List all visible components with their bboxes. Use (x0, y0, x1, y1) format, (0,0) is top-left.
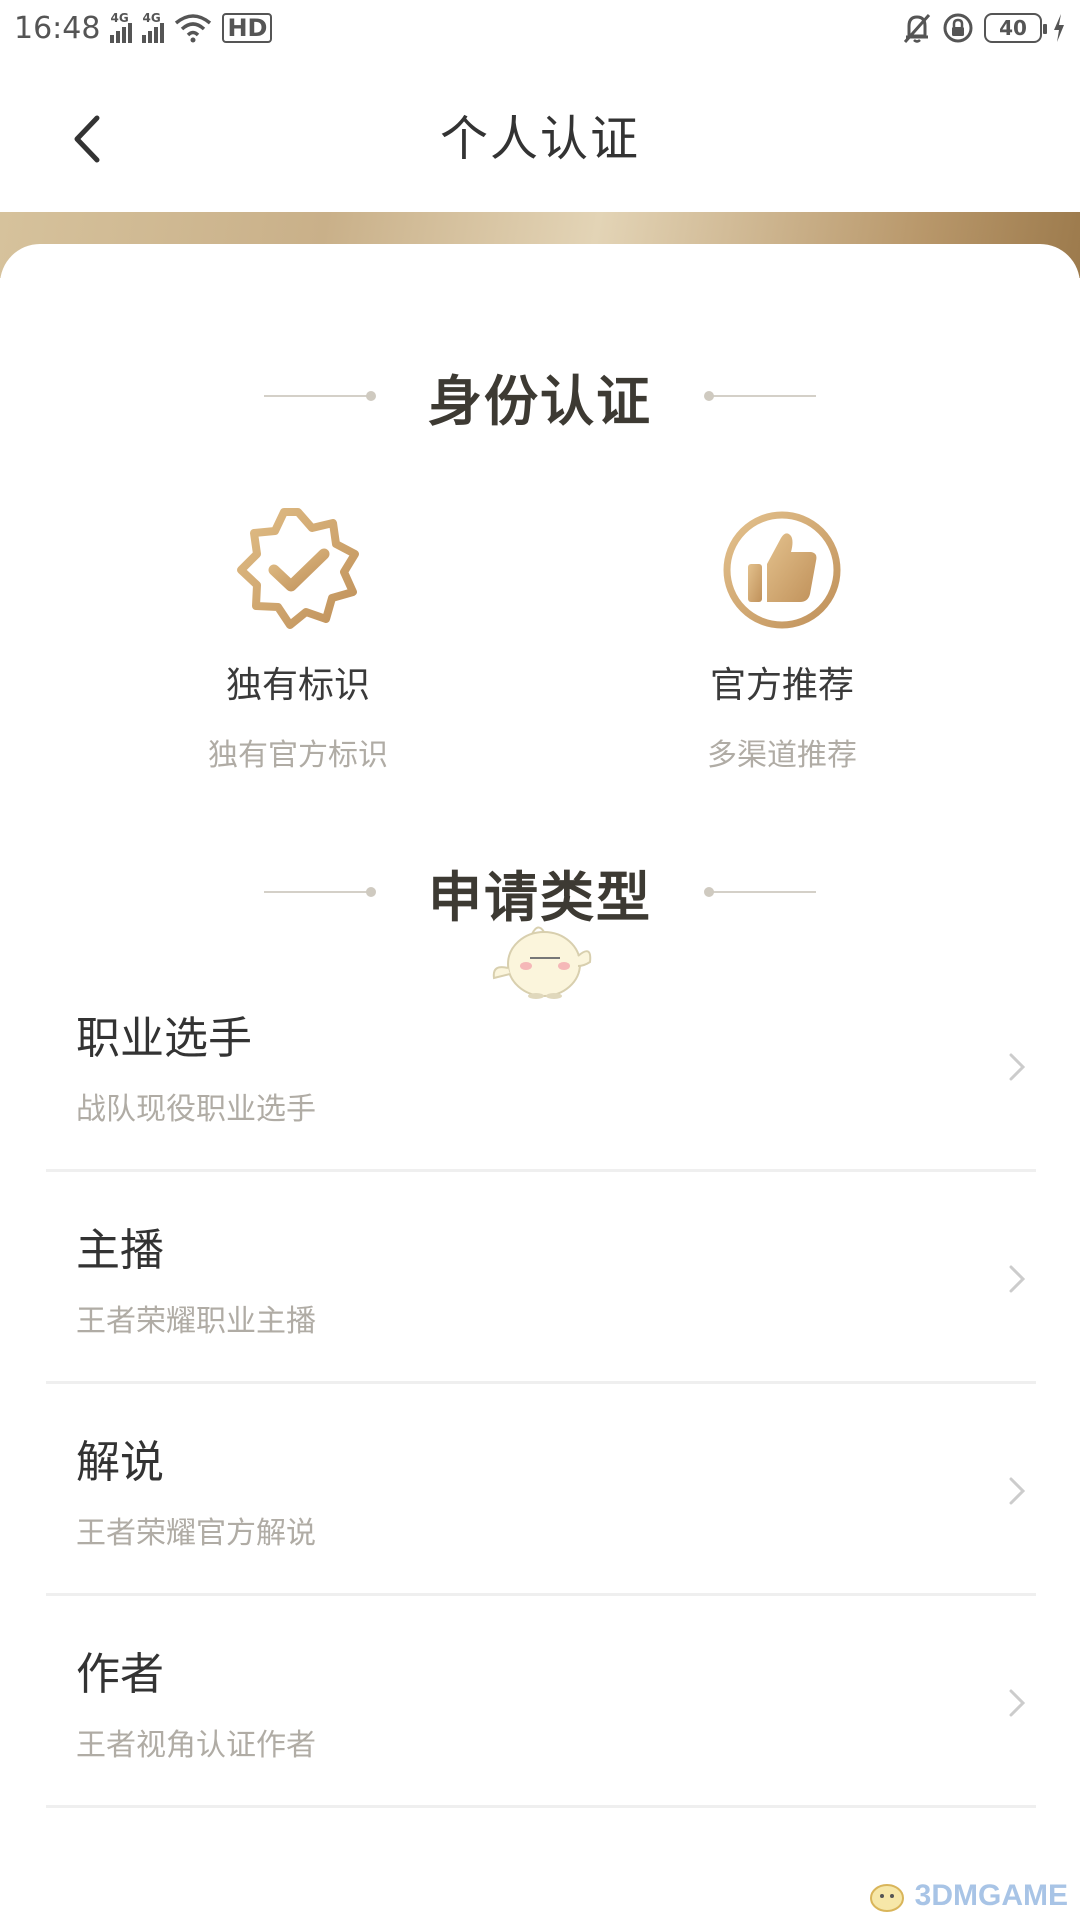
watermark-text: 3DMGAME (914, 1879, 1068, 1912)
chevron-left-icon (74, 115, 100, 163)
item-subtitle: 王者视角认证作者 (76, 1728, 316, 1763)
section-title: 身份认证 (428, 369, 652, 433)
list-item-pro-player[interactable]: 职业选手 战队现役职业选手 (46, 960, 1036, 1172)
page-title: 个人认证 (439, 111, 640, 167)
chevron-right-icon (1009, 1265, 1026, 1293)
divider-line (704, 391, 816, 401)
feature-exclusive-badge: 独有标识 独有官方标识 (168, 508, 428, 774)
status-right: 40 (902, 12, 1066, 44)
watermark: 3DMGAME (865, 1878, 1068, 1914)
chevron-right-icon (1009, 1477, 1026, 1505)
item-title: 作者 (76, 1649, 164, 1700)
divider-line (264, 391, 376, 401)
feature-title: 官方推荐 (709, 665, 854, 706)
status-bar: 16:48 4G 4G HD 40 (0, 0, 1080, 56)
bell-muted-icon (903, 14, 931, 43)
list-item-commentator[interactable]: 解说 王者荣耀官方解说 (46, 1384, 1036, 1596)
status-time: 16:48 (14, 10, 101, 46)
nav-bar: 个人认证 (0, 56, 1080, 212)
watermark-logo-icon (869, 1884, 904, 1912)
verified-badge-icon (237, 508, 359, 629)
hd-voice-icon: HD (222, 13, 273, 43)
charging-icon (1054, 14, 1064, 42)
signal-icon: 4G (142, 11, 165, 43)
section-heading-identity: 身份认证 (0, 356, 1080, 436)
chevron-right-icon (1009, 1689, 1026, 1717)
divider-line (704, 887, 816, 897)
signal-icon: 4G (110, 11, 133, 43)
list-item-author[interactable]: 作者 王者视角认证作者 (46, 1596, 1036, 1808)
item-subtitle: 战队现役职业选手 (76, 1092, 316, 1127)
feature-official-recommend: 官方推荐 多渠道推荐 (652, 508, 912, 774)
wifi-icon (175, 14, 212, 43)
item-subtitle: 王者荣耀职业主播 (76, 1304, 316, 1339)
item-subtitle: 王者荣耀官方解说 (76, 1516, 316, 1551)
item-title: 解说 (76, 1437, 164, 1488)
network-type-label: 4G (110, 11, 129, 25)
feature-title: 独有标识 (225, 665, 370, 706)
chevron-right-icon (1009, 1053, 1026, 1081)
thumbs-up-icon (723, 511, 841, 629)
back-button[interactable] (62, 114, 112, 164)
feature-subtitle: 独有官方标识 (208, 738, 388, 773)
battery-icon: 40 (984, 13, 1047, 43)
status-left: 16:48 4G 4G HD (14, 10, 273, 46)
network-type-label: 4G (142, 11, 161, 25)
list-item-streamer[interactable]: 主播 王者荣耀职业主播 (46, 1172, 1036, 1384)
divider-line (264, 887, 376, 897)
item-title: 职业选手 (76, 1013, 252, 1064)
rotation-lock-icon (943, 13, 973, 43)
feature-subtitle: 多渠道推荐 (707, 738, 857, 773)
item-title: 主播 (76, 1225, 164, 1276)
apply-type-list: 职业选手 战队现役职业选手 主播 王者荣耀职业主播 解说 王者荣耀官方解说 作者… (46, 960, 1036, 1808)
